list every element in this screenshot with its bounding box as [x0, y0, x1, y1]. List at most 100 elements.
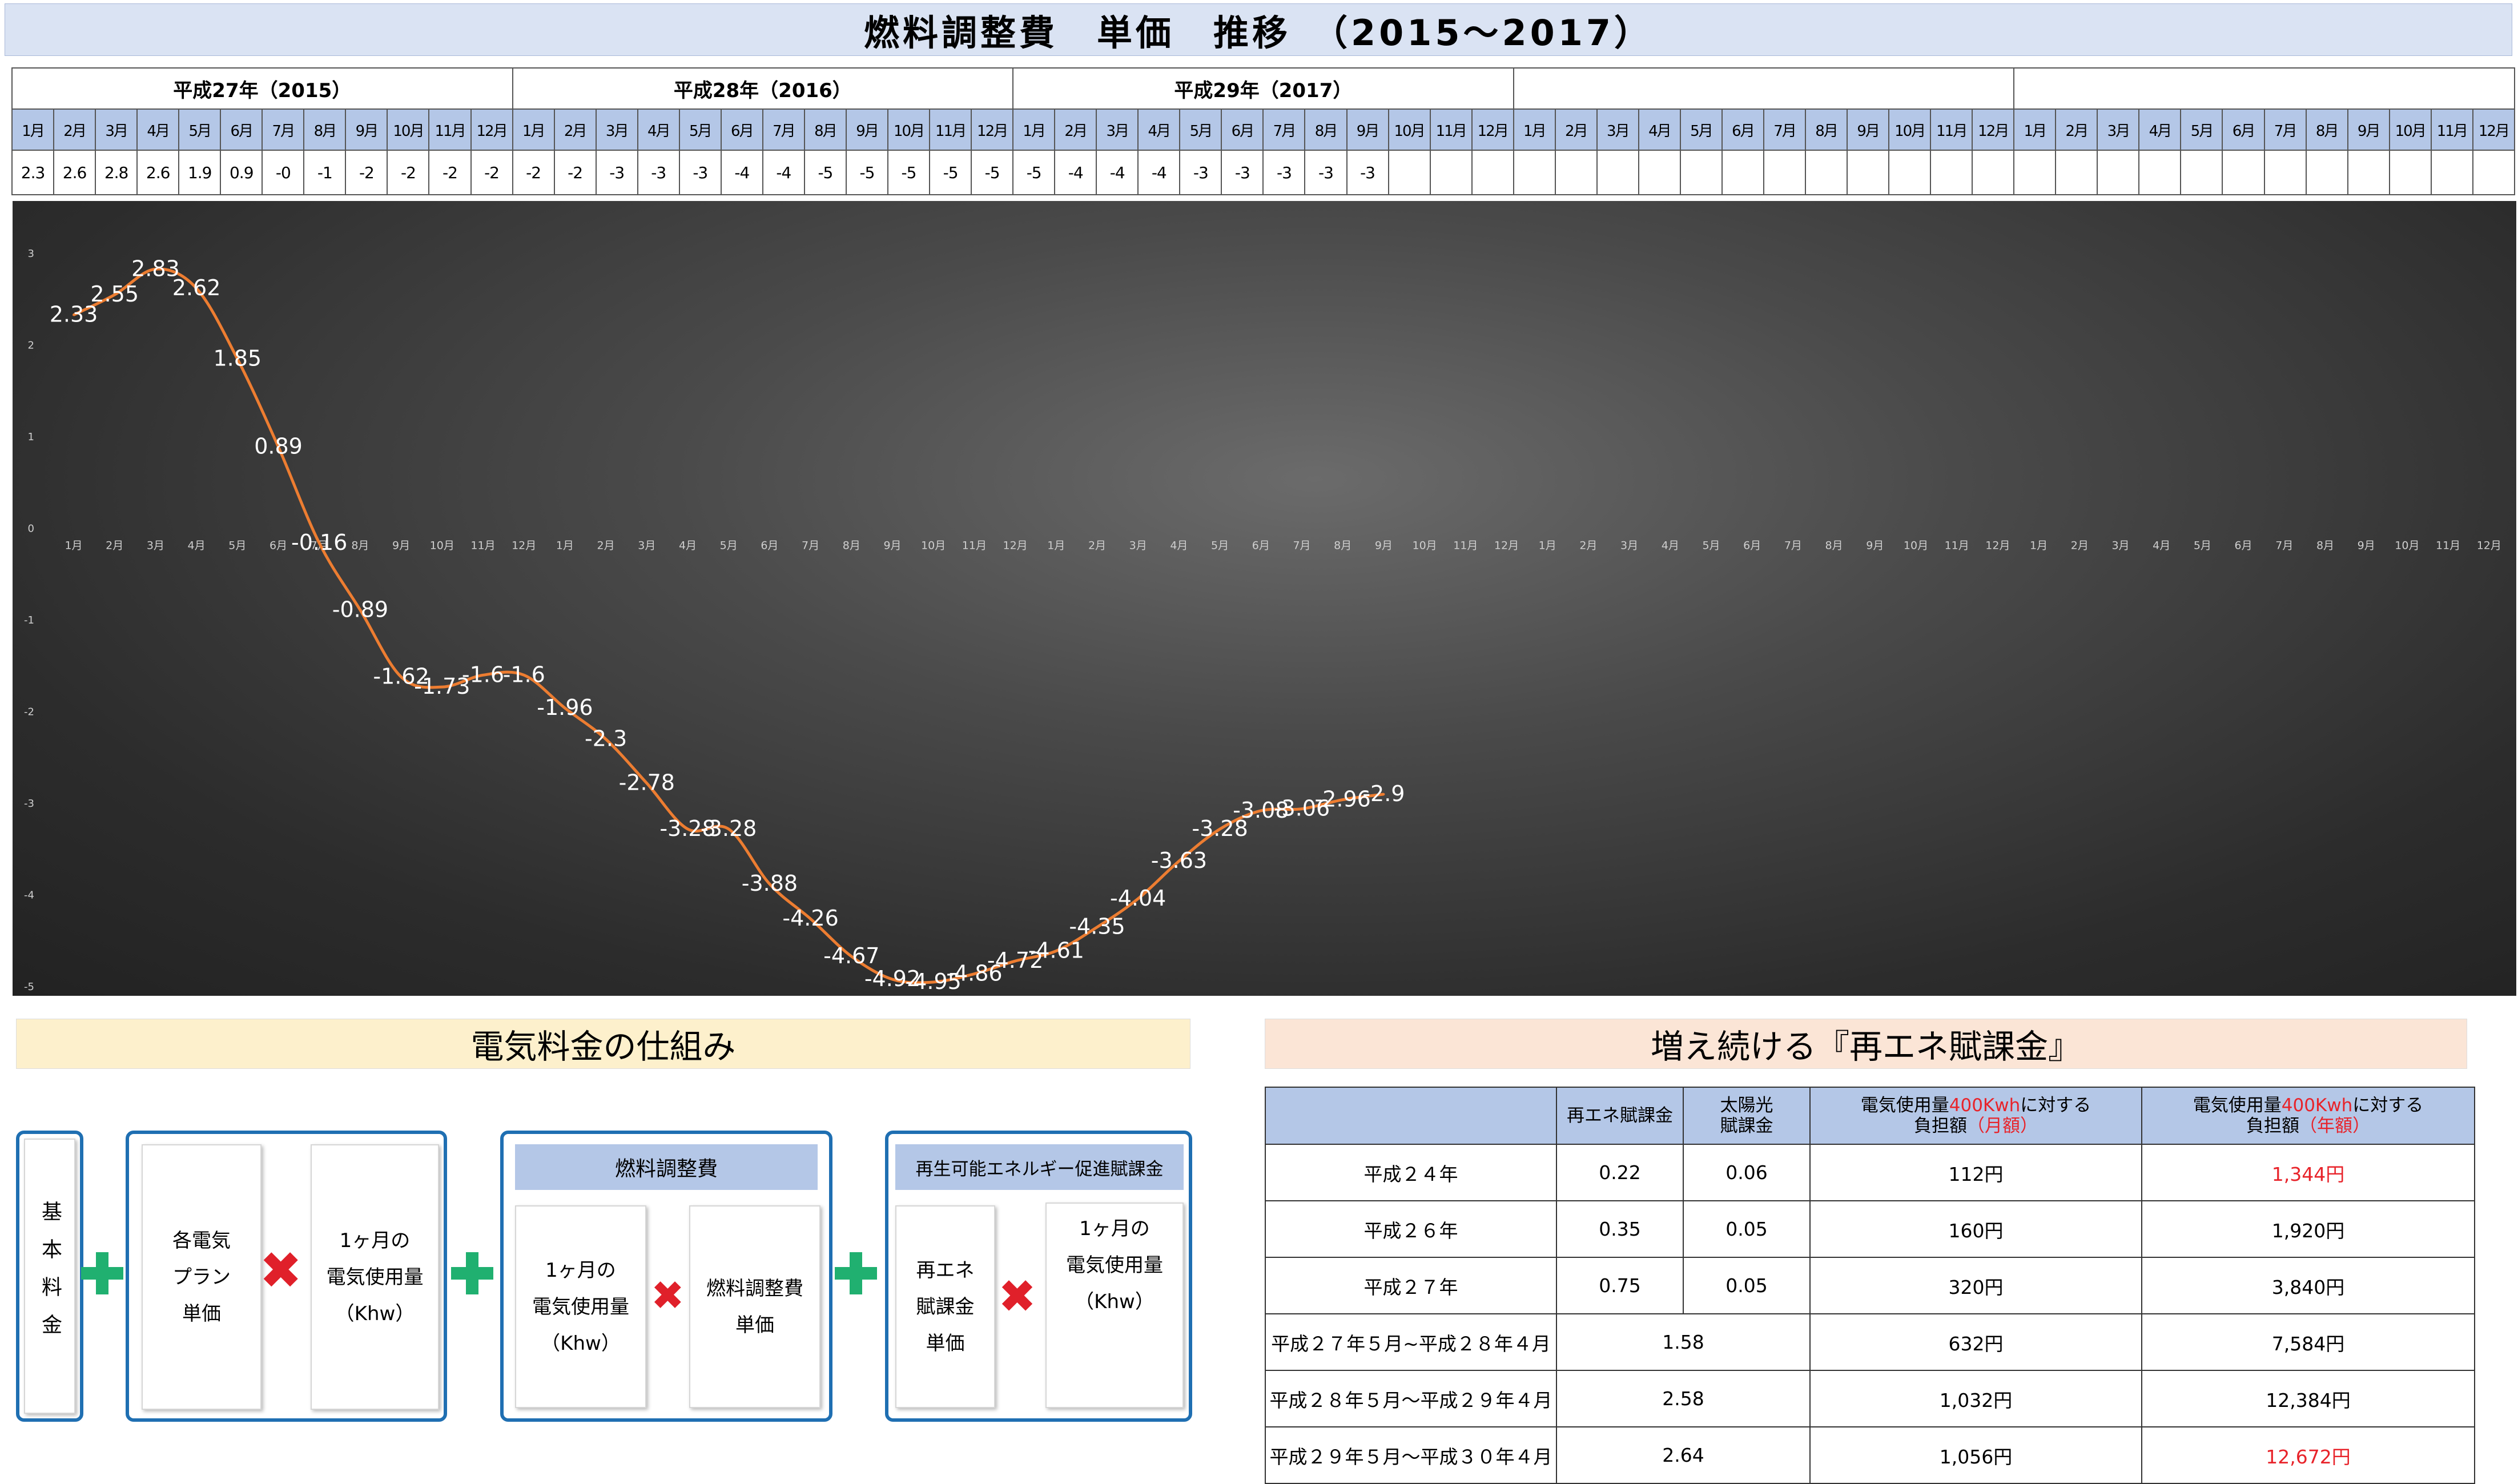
plus-icon	[835, 1252, 877, 1294]
month-header: 9月	[345, 108, 388, 151]
month-header: 1月	[1513, 108, 1556, 151]
cell-monthly: 112円	[1809, 1144, 2142, 1201]
month-value	[2263, 150, 2307, 195]
monthly-value-table: 平成27年（2015） 平成28年（2016） 平成29年（2017） 1月 2月 3月 4…	[11, 67, 2516, 195]
header-yearly: 電気使用量400Kwhに対する 負担額（年額）	[2141, 1087, 2475, 1145]
header-solar: 太陽光 賦課金	[1683, 1087, 1811, 1145]
month-header: 7月	[1763, 108, 1807, 151]
x-tick-label: 7月	[1293, 540, 1310, 552]
x-tick-label: 5月	[2194, 540, 2211, 552]
table-row: 平成２４年 0.22 0.06 112円 1,344円	[1265, 1144, 2475, 1201]
y-tick-label: -1	[24, 614, 34, 626]
month-header: 10月	[2388, 108, 2432, 151]
cell-yearly: 12,672円	[2141, 1426, 2475, 1484]
x-tick-label: 2月	[2071, 540, 2089, 552]
month-header: 7月	[262, 108, 305, 151]
month-value	[2055, 150, 2098, 195]
fuel-adjust-box: 燃料調整費 1ヶ月の 電気使用量 （Khw） ✖ 燃料調整費 単価	[500, 1131, 832, 1422]
month-header: 9月	[1847, 108, 1890, 151]
usage-line: 電気使用量	[326, 1265, 424, 1289]
month-header: 11月	[2430, 108, 2473, 151]
x-tick-label: 4月	[188, 540, 206, 552]
year-header	[1513, 67, 2015, 110]
month-header: 10月	[1888, 108, 1932, 151]
y-tick-label: -4	[24, 890, 34, 902]
x-tick-label: 10月	[430, 540, 454, 552]
month-value: -4	[720, 150, 763, 195]
x-tick-label: 9月	[2358, 540, 2375, 552]
month-header: 2月	[553, 108, 597, 151]
month-value	[1596, 150, 1639, 195]
month-value	[1387, 150, 1431, 195]
data-label: -4.67	[823, 943, 879, 968]
cell-monthly: 320円	[1809, 1257, 2142, 1314]
y-tick-label: 2	[28, 340, 34, 352]
month-header: 4月	[1638, 108, 1681, 151]
x-tick-label: 2月	[1579, 540, 1597, 552]
month-header: 2月	[53, 108, 96, 151]
cell-yearly: 1,920円	[2141, 1200, 2475, 1258]
renewable-box: 再生可能エネルギー促進賦課金 再エネ 賦課金 単価 ✖ 1ヶ月の 電気使用量 （Khw）	[885, 1131, 1192, 1422]
month-value: -2	[387, 150, 430, 195]
month-header: 5月	[2180, 108, 2223, 151]
x-tick-label: 1月	[556, 540, 574, 552]
x-tick-label: 3月	[638, 540, 655, 552]
month-value: -5	[971, 150, 1014, 195]
header-highlight: （月額）	[1967, 1116, 2038, 1136]
series-line	[73, 267, 1384, 984]
month-value	[2180, 150, 2223, 195]
month-header: 2月	[2055, 108, 2098, 151]
month-value	[2138, 150, 2182, 195]
month-value	[1554, 150, 1598, 195]
usage-card: 1ヶ月の 電気使用量 （Khw）	[311, 1144, 439, 1410]
month-value	[1638, 150, 1681, 195]
surcharge-table: 再エネ賦課金 太陽光 賦課金 電気使用量400Kwhに対する 負担額（月額） 電気…	[1265, 1087, 2475, 1484]
data-label: 2.62	[172, 275, 221, 300]
usage-card: 1ヶ月の 電気使用量 （Khw）	[1045, 1203, 1184, 1408]
month-header: 11月	[1930, 108, 1973, 151]
fuel-adjust-title: 燃料調整費	[515, 1144, 818, 1190]
month-header: 4月	[2138, 108, 2182, 151]
data-label: -0.16	[291, 530, 347, 555]
x-tick-label: 1月	[1047, 540, 1065, 552]
header-monthly: 電気使用量400Kwhに対する 負担額（月額）	[1809, 1087, 2142, 1145]
table-row: 平成２８年５月～平成２９年４月 2.58 1,032円 12,384円	[1265, 1370, 2475, 1427]
month-header: 6月	[1221, 108, 1264, 151]
cell-monthly: 160円	[1809, 1200, 2142, 1258]
multiply-icon: ✖	[998, 1270, 1037, 1323]
month-value: -3	[1221, 150, 1264, 195]
x-tick-label: 9月	[883, 540, 901, 552]
month-value	[2222, 150, 2265, 195]
x-tick-label: 2月	[106, 540, 123, 552]
data-label: -0.89	[332, 597, 388, 622]
month-header: 12月	[971, 108, 1014, 151]
cell-solar: 0.05	[1683, 1257, 1811, 1314]
month-value: -3	[1262, 150, 1306, 195]
line-chart: 3 2 1 0 -1 -2 -3 -4 -5 1月 2月 3月 4月 5月 6月 7月 8月 9月 10月 11月 12…	[13, 201, 2516, 996]
month-header: 7月	[762, 108, 805, 151]
x-tick-label: 1月	[2030, 540, 2048, 552]
y-tick-label: -2	[24, 706, 34, 718]
month-value: -4	[762, 150, 805, 195]
data-label: -4.61	[1028, 938, 1084, 963]
month-value: -3	[1179, 150, 1222, 195]
month-header: 3月	[595, 108, 638, 151]
month-header: 12月	[470, 108, 513, 151]
cell-period: 平成２９年５月～平成３０年４月	[1265, 1426, 1557, 1484]
usage-line: 1ヶ月の	[545, 1258, 616, 1282]
multiply-icon: ✖	[651, 1272, 685, 1319]
usage-line: （Khw）	[541, 1332, 621, 1355]
year-header: 平成29年（2017）	[1012, 67, 1514, 110]
renew-unit-line: 再エネ	[916, 1258, 975, 1282]
year-header	[2013, 67, 2515, 110]
x-tick-label: 3月	[1620, 540, 1638, 552]
data-label: 2.55	[90, 281, 139, 307]
month-header: 2月	[1054, 108, 1097, 151]
cell-period: 平成２６年	[1265, 1200, 1557, 1258]
month-value	[2013, 150, 2057, 195]
month-header: 11月	[1429, 108, 1473, 151]
x-tick-label: 9月	[1375, 540, 1393, 552]
month-header: 5月	[678, 108, 722, 151]
month-value: 2.3	[11, 150, 55, 195]
month-header: 6月	[220, 108, 263, 151]
